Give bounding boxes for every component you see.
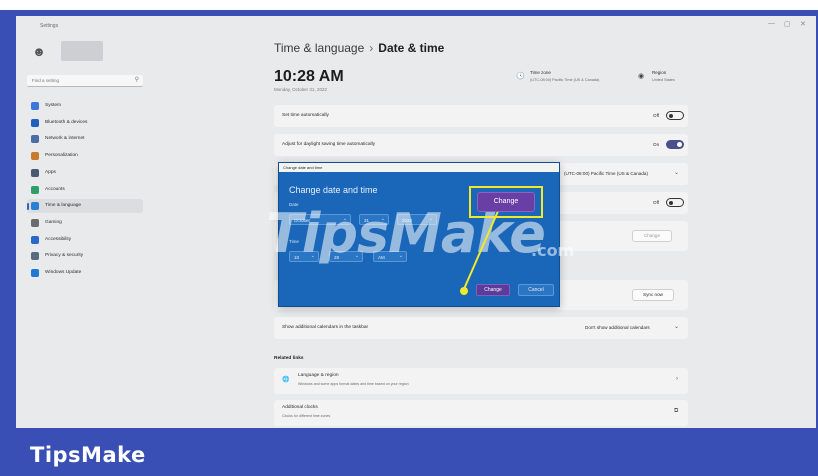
- callout-leader-line: [460, 201, 503, 295]
- settings-window: Settings — ▢ ✕ ☻ Find a setting ⚲ System…: [16, 16, 816, 428]
- callout-change-button[interactable]: Change: [477, 192, 535, 212]
- top-strip: [0, 0, 818, 10]
- brand-logo: TipsMake: [30, 443, 146, 467]
- callout-dot: [460, 287, 468, 295]
